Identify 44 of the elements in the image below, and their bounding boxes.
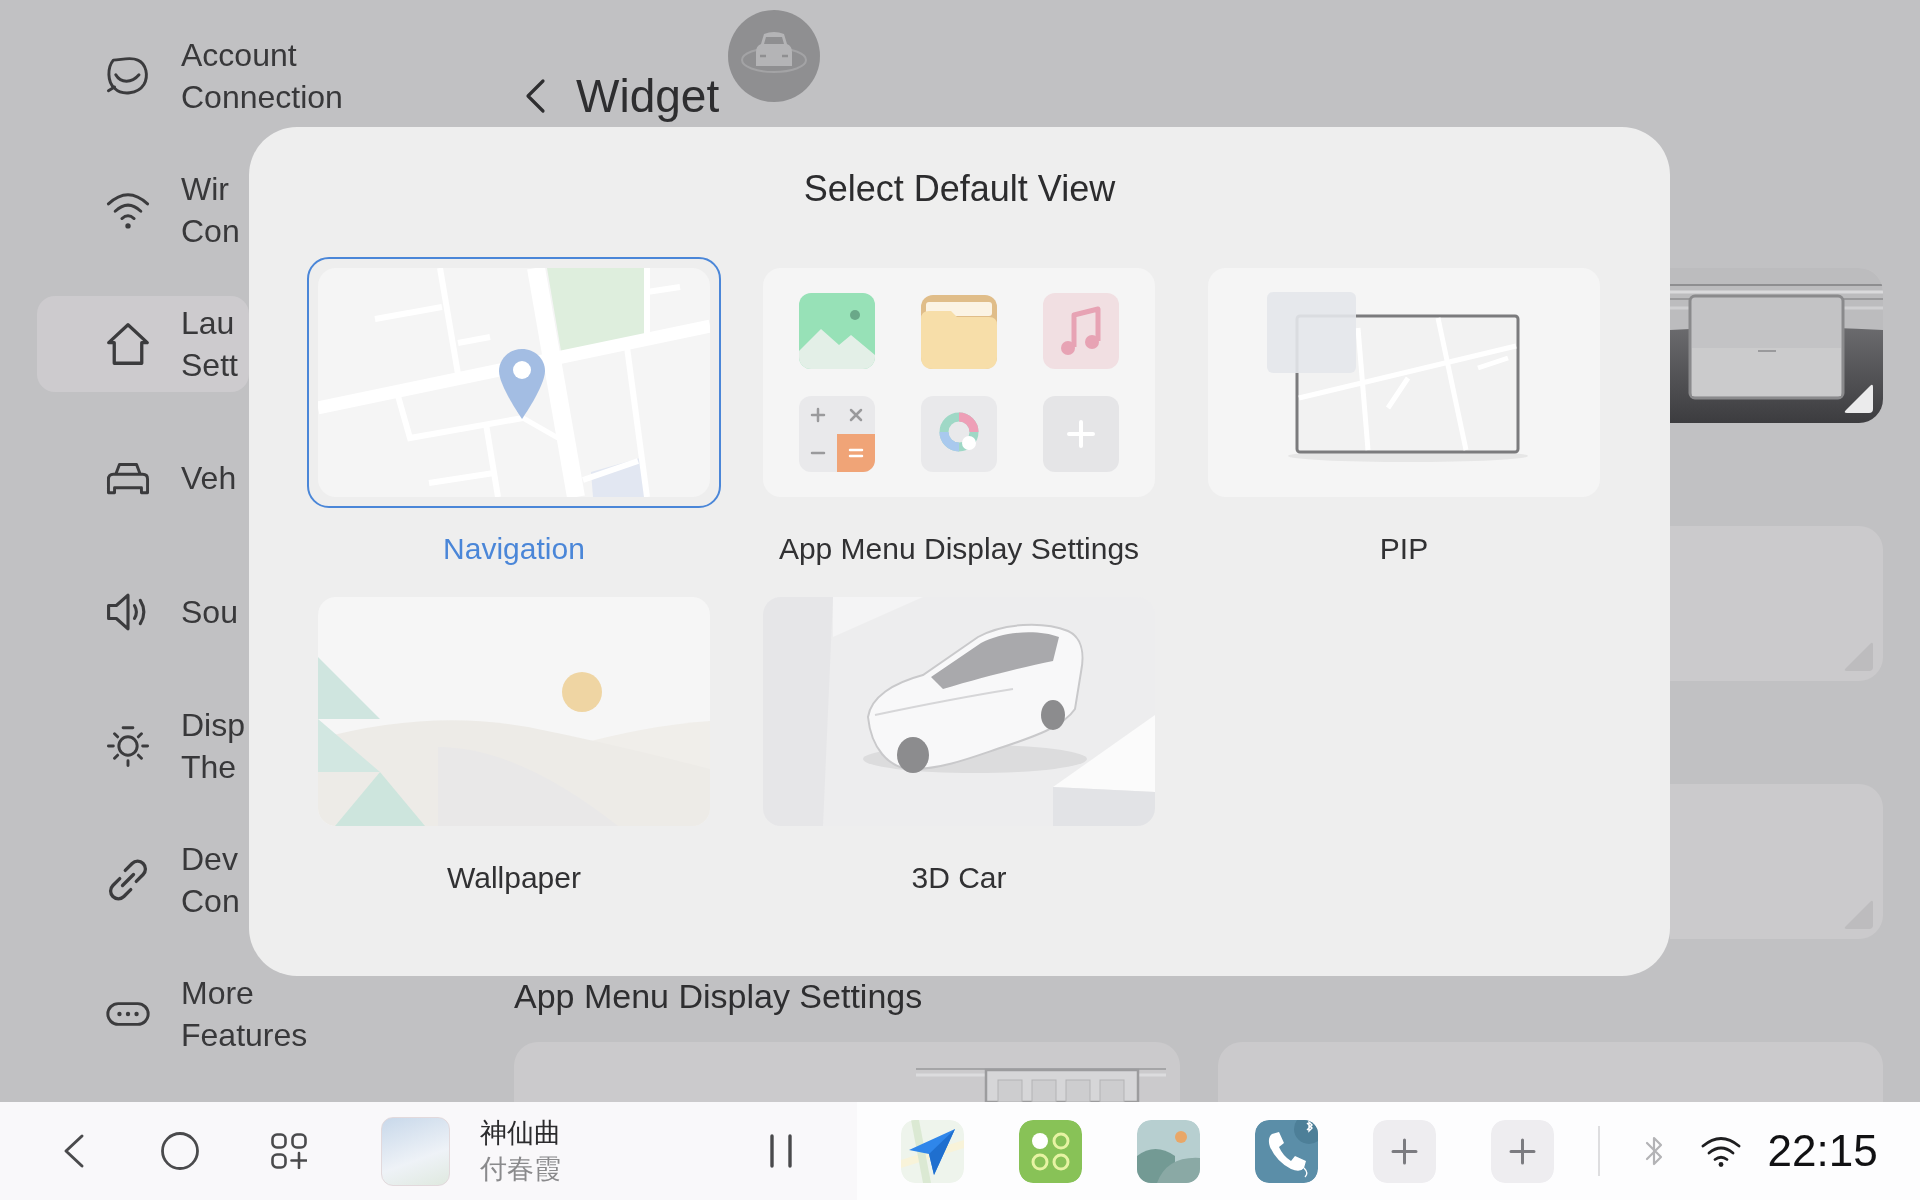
option-label: PIP bbox=[1379, 531, 1429, 567]
option-label: Navigation bbox=[443, 531, 585, 567]
section-title: App Menu Display Settings bbox=[514, 976, 923, 1017]
sun-icon bbox=[106, 724, 150, 768]
plus-icon bbox=[1043, 396, 1119, 472]
location-pin-icon bbox=[499, 349, 545, 419]
landscape-icon[interactable] bbox=[1137, 1119, 1200, 1183]
sidebar-item[interactable]: Veh bbox=[37, 430, 249, 526]
color-ring-icon bbox=[921, 396, 997, 472]
add-icon[interactable] bbox=[1373, 1119, 1436, 1183]
four-circles-icon[interactable] bbox=[1019, 1119, 1082, 1183]
option-label: App Menu Display Settings bbox=[778, 531, 1140, 567]
page-title: Widget bbox=[576, 70, 720, 122]
sidebar-item[interactable]: Account Connection bbox=[37, 28, 343, 124]
dialog-title: Select Default View bbox=[803, 167, 1116, 211]
sidebar-item[interactable]: Disp The bbox=[37, 698, 249, 794]
home-icon[interactable] bbox=[160, 1131, 200, 1171]
widget-card[interactable] bbox=[514, 1042, 1180, 1102]
sidebar-item[interactable]: Wir Con bbox=[37, 162, 249, 258]
dashboard-drawing[interactable] bbox=[1670, 268, 1883, 423]
sidebar-item[interactable]: Lau Sett bbox=[37, 296, 249, 392]
picture-icon bbox=[799, 293, 875, 369]
song-title: 神仙曲 bbox=[480, 1117, 561, 1150]
option-label: 3D Car bbox=[911, 860, 1007, 896]
car-badge-icon bbox=[728, 10, 820, 102]
resize-corner-icon[interactable] bbox=[1843, 383, 1873, 413]
paper-plane-icon[interactable] bbox=[901, 1119, 964, 1183]
calculator-icon bbox=[799, 396, 875, 472]
add-icon[interactable] bbox=[1491, 1119, 1554, 1183]
sidebar-item[interactable]: Sou bbox=[37, 564, 249, 660]
clock-time: 22:15 bbox=[1767, 1125, 1878, 1177]
house-icon bbox=[106, 322, 150, 366]
sidebar-item[interactable]: Dev Con bbox=[37, 832, 249, 928]
option-label: Wallpaper bbox=[447, 860, 581, 896]
artist-name: 付春霞 bbox=[480, 1153, 561, 1186]
back-icon[interactable] bbox=[524, 78, 546, 114]
wifi-icon bbox=[1700, 1135, 1741, 1167]
pause-icon[interactable] bbox=[768, 1134, 794, 1168]
sidebar-item[interactable]: More Features bbox=[37, 966, 308, 1062]
phone-icon[interactable] bbox=[1255, 1119, 1318, 1183]
app-grid-icon[interactable] bbox=[271, 1133, 307, 1169]
link-icon bbox=[106, 858, 150, 902]
music-note-icon bbox=[1043, 293, 1119, 369]
folder-icon bbox=[921, 293, 997, 369]
